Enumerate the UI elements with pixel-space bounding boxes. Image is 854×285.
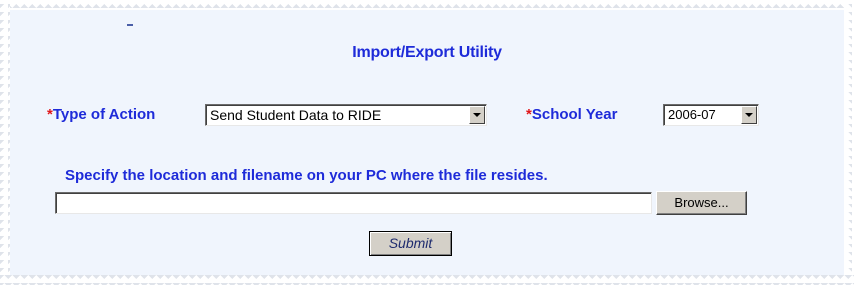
school-year-value: 2006-07 xyxy=(668,107,716,122)
torn-edge-bottom xyxy=(0,275,854,285)
action-row: *Type of Action Send Student Data to RID… xyxy=(10,104,844,128)
page-title: Import/Export Utility xyxy=(352,44,502,61)
type-of-action-value: Send Student Data to RIDE xyxy=(210,107,382,123)
school-year-dropdown-button[interactable] xyxy=(741,106,757,124)
decorative-mark xyxy=(127,24,133,26)
torn-edge-left xyxy=(0,0,10,285)
type-of-action-select[interactable]: Send Student Data to RIDE xyxy=(205,104,487,126)
type-of-action-label: *Type of Action xyxy=(47,105,155,125)
school-year-text: School Year xyxy=(531,106,618,123)
torn-edge-right xyxy=(844,0,854,285)
file-path-input[interactable] xyxy=(55,192,652,214)
chevron-down-icon xyxy=(473,113,481,117)
school-year-label: *School Year xyxy=(526,105,617,125)
form-panel: Import/Export Utility *Type of Action Se… xyxy=(10,10,844,275)
file-instructions: Specify the location and filename on you… xyxy=(65,167,548,184)
school-year-select[interactable]: 2006-07 xyxy=(663,104,759,126)
submit-button[interactable]: Submit xyxy=(369,231,452,256)
chevron-down-icon xyxy=(745,113,753,117)
torn-edge-top xyxy=(0,0,854,10)
page-frame: Import/Export Utility *Type of Action Se… xyxy=(0,0,854,285)
browse-button[interactable]: Browse... xyxy=(656,191,747,215)
type-of-action-text: Type of Action xyxy=(52,106,156,123)
type-of-action-dropdown-button[interactable] xyxy=(469,106,485,124)
